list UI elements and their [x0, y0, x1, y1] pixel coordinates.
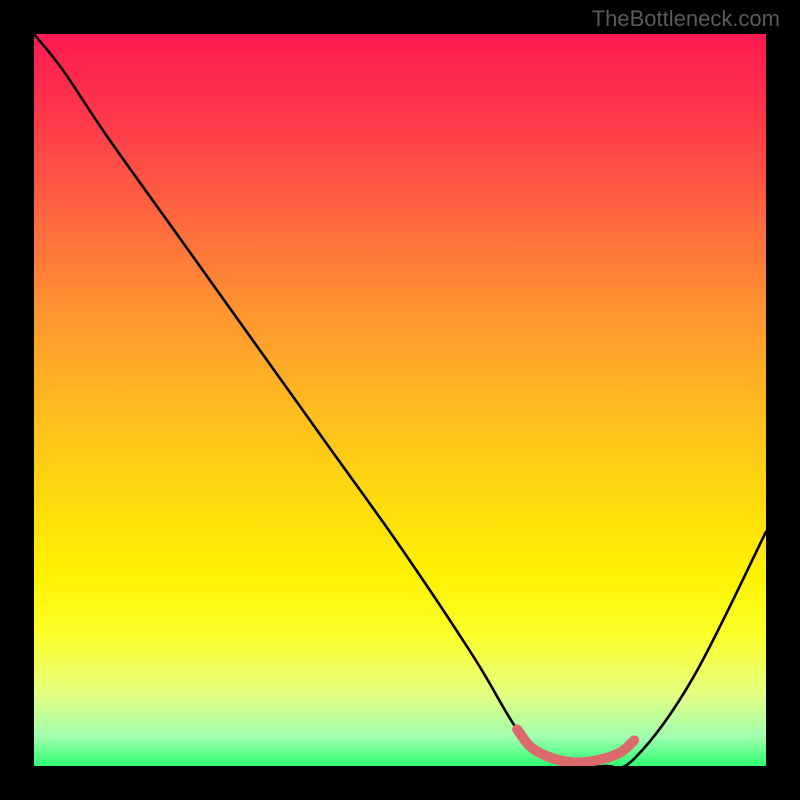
chart-container: TheBottleneck.com	[0, 0, 800, 800]
min-marker-path	[517, 729, 634, 762]
plot-area	[34, 34, 766, 766]
bottleneck-curve-path	[34, 34, 766, 766]
curve-overlay	[34, 34, 766, 766]
attribution-text: TheBottleneck.com	[592, 6, 780, 32]
